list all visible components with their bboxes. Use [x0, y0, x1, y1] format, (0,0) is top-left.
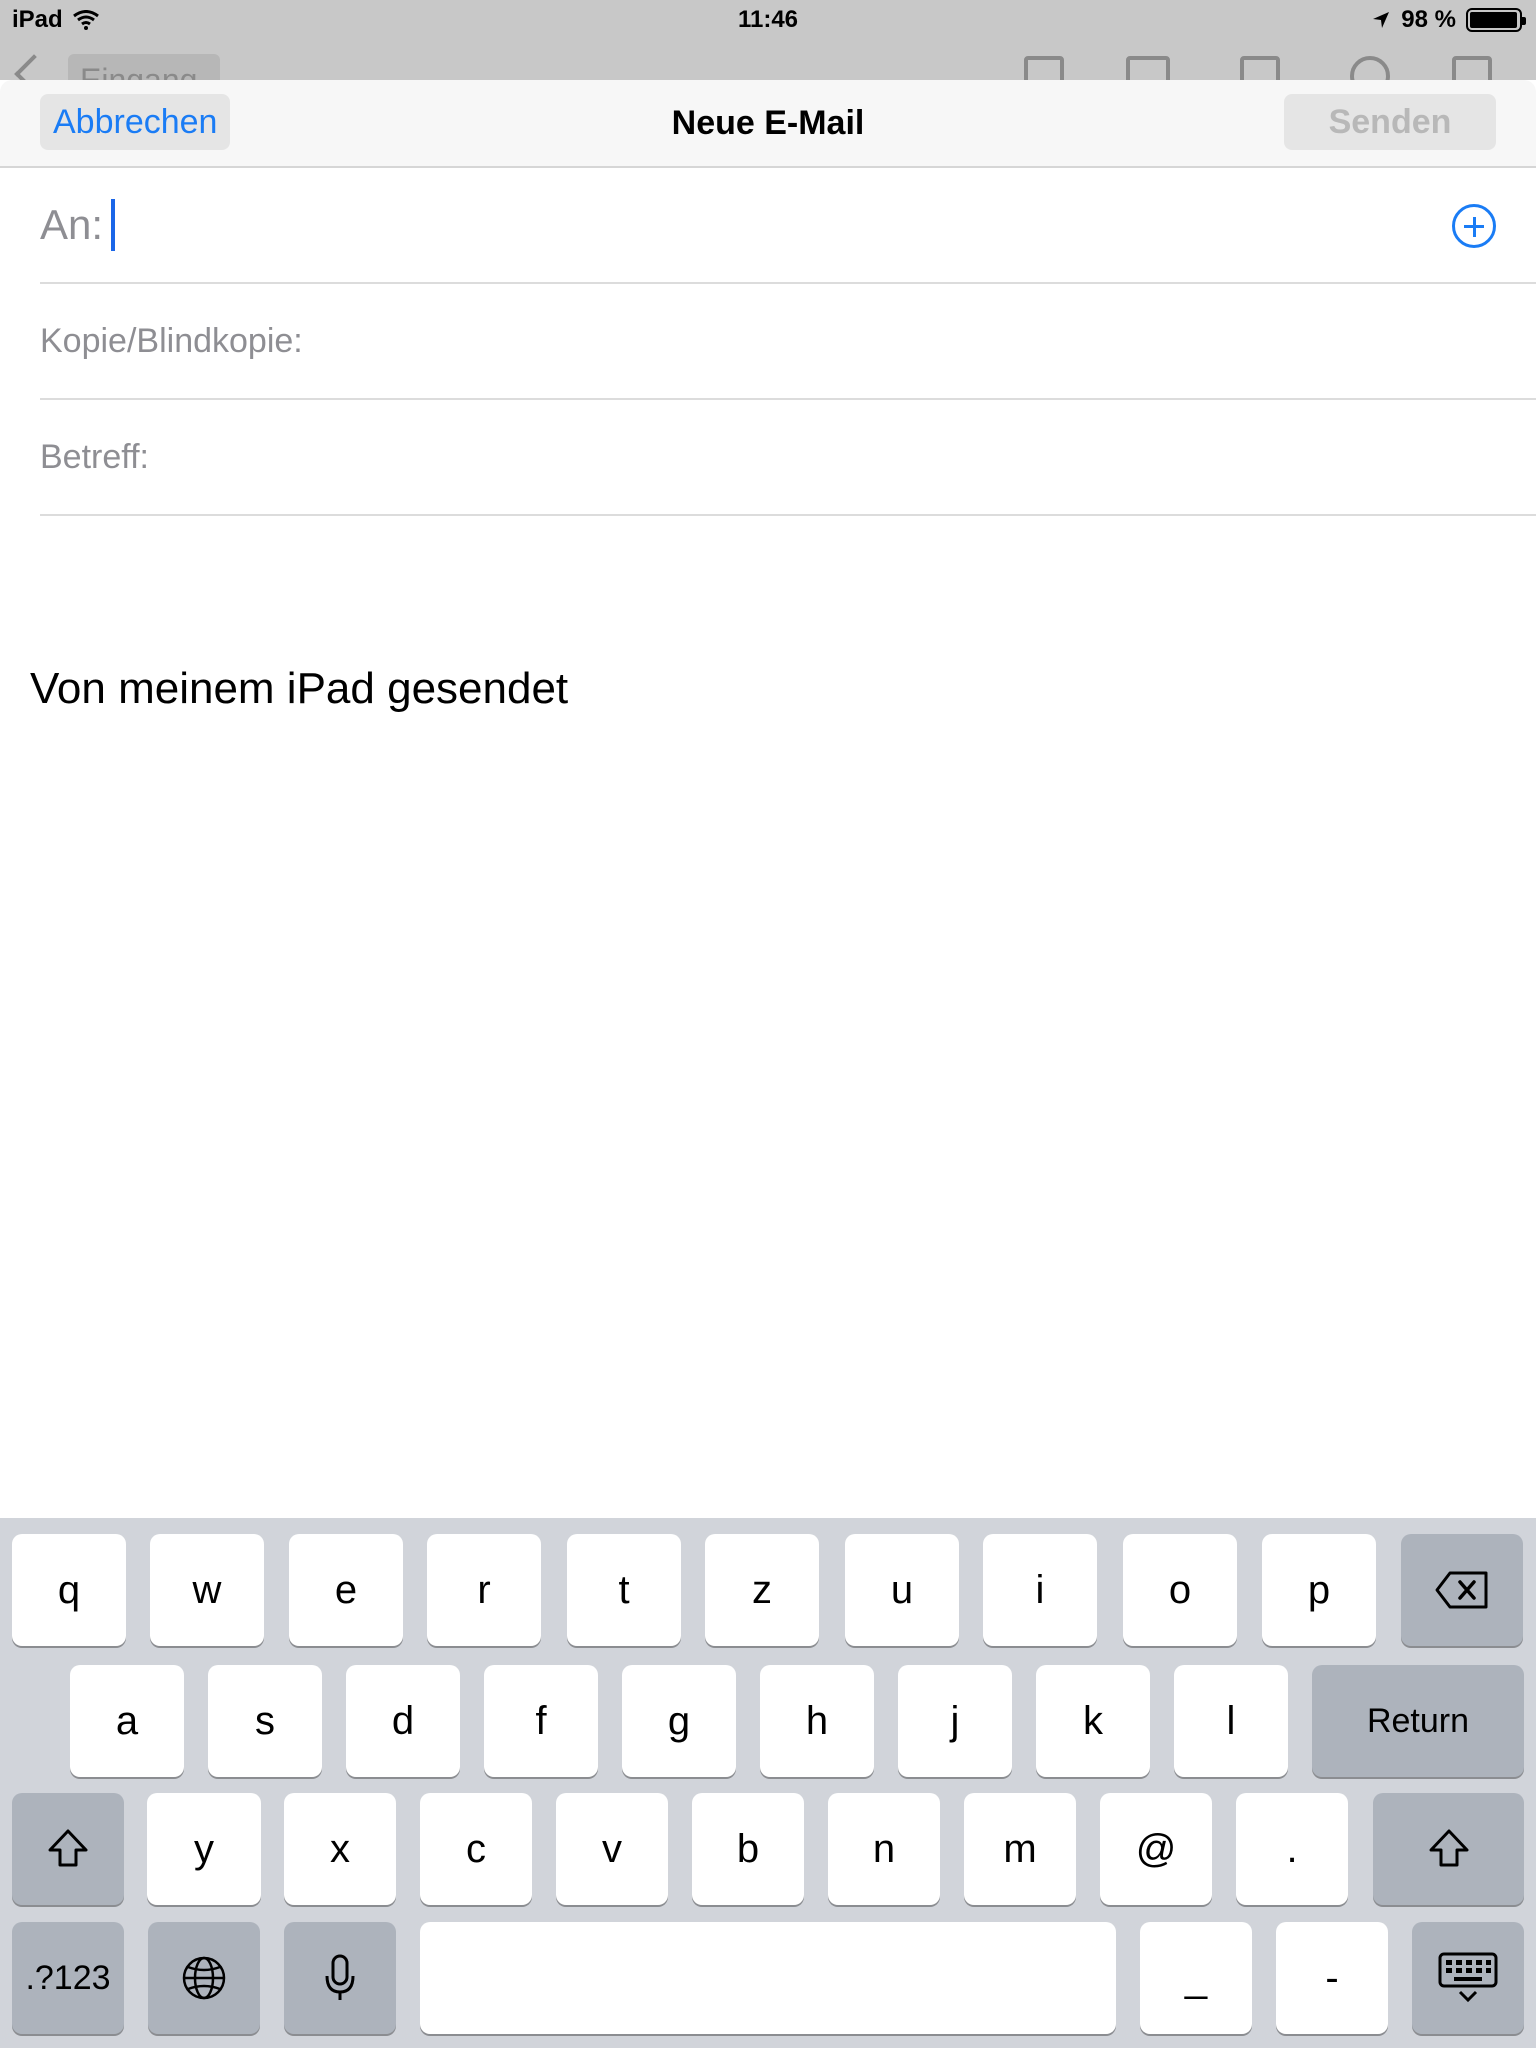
key-n[interactable]: n	[828, 1793, 940, 1905]
key-v[interactable]: v	[556, 1793, 668, 1905]
compose-sheet: Abbrechen Neue E-Mail Senden An: Kopie/B…	[0, 80, 1536, 1518]
key-q[interactable]: q	[12, 1534, 126, 1646]
key-i[interactable]: i	[983, 1534, 1097, 1646]
backspace-icon	[1435, 1571, 1488, 1609]
status-right: 98 %	[1371, 6, 1526, 34]
globe-icon	[182, 1956, 226, 2000]
battery-fill	[1470, 12, 1518, 28]
to-field[interactable]: An:	[40, 168, 1536, 284]
key-d[interactable]: d	[346, 1665, 460, 1777]
key-g[interactable]: g	[622, 1665, 736, 1777]
microphone-icon	[325, 1954, 355, 2000]
keyboard-dismiss-icon	[1438, 1952, 1498, 2003]
email-signature[interactable]: Von meinem iPad gesendet	[30, 664, 568, 714]
subject-label: Betreff:	[40, 437, 149, 476]
background-mail-toolbar: Eingang	[0, 42, 1536, 80]
key-at[interactable]: @	[1100, 1793, 1212, 1905]
subject-input[interactable]	[149, 427, 1536, 487]
dictation-key[interactable]	[284, 1922, 396, 2034]
dash-key[interactable]: -	[1276, 1922, 1388, 2034]
battery-percent: 98 %	[1401, 6, 1456, 33]
dismiss-keyboard-key[interactable]	[1412, 1922, 1524, 2034]
status-bar: iPad 11:46 98 %	[0, 0, 1536, 42]
location-icon	[1373, 12, 1390, 28]
key-t[interactable]: t	[567, 1534, 681, 1646]
inbox-button: Eingang	[68, 54, 220, 80]
key-p[interactable]: p	[1262, 1534, 1376, 1646]
key-z[interactable]: z	[705, 1534, 819, 1646]
key-e[interactable]: e	[289, 1534, 403, 1646]
shift-right-key[interactable]	[1373, 1793, 1524, 1905]
key-m[interactable]: m	[964, 1793, 1076, 1905]
reply-icon	[1350, 56, 1390, 80]
cc-bcc-field[interactable]: Kopie/Blindkopie:	[40, 284, 1536, 400]
key-l[interactable]: l	[1174, 1665, 1288, 1777]
battery-icon	[1466, 8, 1526, 32]
subject-field[interactable]: Betreff:	[40, 400, 1536, 516]
key-o[interactable]: o	[1123, 1534, 1237, 1646]
shift-icon	[1429, 1829, 1468, 1867]
key-w[interactable]: w	[150, 1534, 264, 1646]
key-y[interactable]: y	[147, 1793, 261, 1905]
trash-icon	[1240, 56, 1280, 80]
return-key[interactable]: Return	[1312, 1665, 1524, 1777]
folder-icon	[1126, 56, 1170, 80]
back-chevron-icon	[14, 54, 54, 80]
key-b[interactable]: b	[692, 1793, 804, 1905]
to-label: An:	[40, 201, 104, 248]
key-a[interactable]: a	[70, 1665, 184, 1777]
key-j[interactable]: j	[898, 1665, 1012, 1777]
key-s[interactable]: s	[208, 1665, 322, 1777]
key-k[interactable]: k	[1036, 1665, 1150, 1777]
shift-left-key[interactable]	[12, 1793, 124, 1905]
key-c[interactable]: c	[420, 1793, 532, 1905]
compose-navbar: Abbrechen Neue E-Mail Senden	[0, 80, 1536, 168]
send-button[interactable]: Senden	[1284, 94, 1496, 150]
on-screen-keyboard: q w e r t z u i o p a s d f g h j k l Re…	[0, 1518, 1536, 2048]
delete-key[interactable]	[1401, 1534, 1523, 1646]
numbers-key[interactable]: .?123	[12, 1922, 124, 2034]
underscore-key[interactable]: _	[1140, 1922, 1252, 2034]
key-x[interactable]: x	[284, 1793, 396, 1905]
key-u[interactable]: u	[845, 1534, 959, 1646]
clock: 11:46	[737, 6, 799, 33]
shift-icon	[48, 1829, 88, 1867]
add-contact-icon[interactable]	[1452, 204, 1496, 248]
key-period[interactable]: .	[1236, 1793, 1348, 1905]
flag-icon	[1024, 56, 1064, 80]
key-r[interactable]: r	[427, 1534, 541, 1646]
compose-icon	[1452, 56, 1492, 80]
to-input[interactable]	[115, 195, 1536, 255]
key-h[interactable]: h	[760, 1665, 874, 1777]
key-f[interactable]: f	[484, 1665, 598, 1777]
space-key[interactable]	[420, 1922, 1116, 2034]
cc-bcc-label: Kopie/Blindkopie:	[40, 321, 303, 360]
cc-bcc-input[interactable]	[302, 311, 1536, 371]
globe-key[interactable]	[148, 1922, 260, 2034]
